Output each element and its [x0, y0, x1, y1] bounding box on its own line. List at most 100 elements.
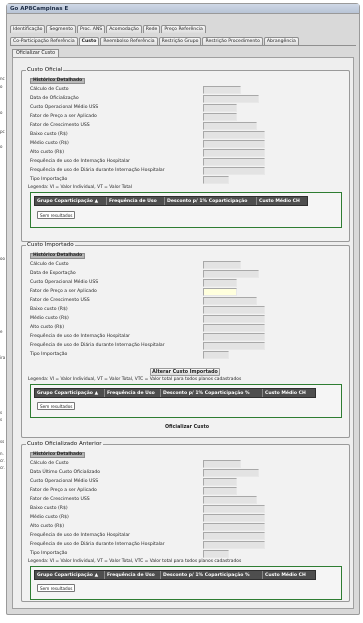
medio-custo-field: [203, 514, 265, 522]
left-strip-text: ira: [0, 355, 6, 360]
field-label: Tipo Importação: [30, 352, 68, 357]
tab-acomodacao[interactable]: Acomodação: [106, 25, 142, 33]
field-label: Baixo custo (R$): [30, 307, 68, 312]
col-desconto[interactable]: Desconto p/ 1% Coparticipação: [165, 197, 257, 205]
group-custo-anterior: Custo Oficializado Anterior Histórico De…: [21, 441, 350, 602]
group-title: Custo Oficial: [26, 67, 64, 73]
tab-custo[interactable]: Custo: [78, 37, 100, 45]
field-label: Baixo custo (R$): [30, 506, 68, 511]
col-custo-medio[interactable]: Custo Médio CH: [263, 389, 315, 397]
group-title: Custo Importado: [26, 242, 75, 248]
field-label: Fator de Preço a ser Aplicado: [30, 114, 97, 119]
freq-diaria-field: [203, 342, 265, 350]
calculo-custo-field: [203, 460, 241, 468]
tab-rede[interactable]: Rede: [142, 25, 161, 33]
field-label: Custo Operacional Médio USS: [30, 280, 99, 285]
tab-proc-ans[interactable]: Proc. ANS: [76, 25, 106, 33]
field-label: Frequência de uso de Diária durante Inte…: [30, 343, 165, 348]
tab-restricao-procedimento[interactable]: Restrição Procedimento: [202, 37, 263, 45]
results-grid: Grupo Coparticipação ▲ Frequência de Uso…: [30, 384, 342, 418]
results-grid: Grupo Coparticipação ▲ Frequência de Uso…: [30, 566, 342, 600]
tipo-importacao-field: [203, 351, 229, 359]
legend-text: Legenda: VI = Valor Individual, VT = Val…: [28, 559, 242, 564]
field-label: Custo Operacional Médio USS: [30, 479, 99, 484]
main-window: Go AP8Campinas E Identificação Segmento …: [6, 3, 360, 615]
oficializar-custo-button[interactable]: Oficializar Custo: [158, 424, 216, 432]
fator-crescimento-field: [203, 496, 257, 504]
col-custo-medio[interactable]: Custo Médio CH: [263, 571, 315, 579]
field-label: Baixo custo (R$): [30, 132, 68, 137]
left-strip-text: s: [0, 417, 3, 422]
alto-custo-field: [203, 149, 265, 157]
left-strip-text: n.: [0, 451, 4, 456]
field-label: Tipo Importação: [30, 177, 68, 182]
medio-custo-field: [203, 315, 265, 323]
left-strip-text: o: [0, 144, 3, 149]
field-label: Fator de Preço a ser Aplicado: [30, 289, 97, 294]
freq-diaria-field: [203, 167, 265, 175]
left-strip-text: s: [0, 410, 3, 415]
col-grupo-coparticipacao[interactable]: Grupo Coparticipação ▲: [35, 197, 107, 205]
left-strip-text: cr.: [0, 465, 5, 470]
field-label: Frequência de uso de Internação Hospital…: [30, 334, 131, 339]
tab-row-secondary: Co-Participação Referência Custo Reembol…: [10, 37, 300, 45]
left-strip-text: o: [0, 110, 3, 115]
field-label: Cálculo de Custo: [30, 87, 69, 92]
legend-text: Legenda: VI = Valor Individual, VT = Val…: [28, 185, 132, 190]
custo-operacional-field: [203, 104, 237, 112]
results-grid: Grupo Coparticipação ▲ Frequência de Uso…: [30, 192, 342, 228]
col-desconto[interactable]: Desconto p/ 1% Coparticipação %: [161, 389, 263, 397]
subtab-oficializar-custo[interactable]: Oficializar Custo: [12, 49, 60, 57]
grid-header: Grupo Coparticipação ▲ Frequência de Uso…: [34, 570, 316, 580]
left-strip-text: ss: [0, 439, 5, 444]
tab-row-primary: Identificação Segmento Proc. ANS Acomoda…: [10, 25, 207, 33]
col-custo-medio[interactable]: Custo Médio CH: [257, 197, 307, 205]
historico-detalhado-button[interactable]: Histórico Detalhado: [30, 452, 86, 458]
medio-custo-field: [203, 140, 265, 148]
col-frequencia-uso[interactable]: Frequência de Uso: [107, 197, 165, 205]
field-label: Alto custo (R$): [30, 150, 65, 155]
field-label: Custo Operacional Médio USS: [30, 105, 99, 110]
calculo-custo-field: [203, 261, 241, 269]
empty-results: Sem resultados: [37, 211, 76, 219]
freq-internacao-field: [203, 333, 265, 341]
col-frequencia-uso[interactable]: Frequência de Uso: [105, 389, 161, 397]
historico-detalhado-button[interactable]: Histórico Detalhado: [30, 78, 86, 84]
col-desconto[interactable]: Desconto p/ 1% Coparticipação %: [161, 571, 263, 579]
grid-header: Grupo Coparticipação ▲ Frequência de Uso…: [34, 388, 316, 398]
tab-identificacao[interactable]: Identificação: [10, 25, 46, 33]
calculo-custo-field: [203, 86, 241, 94]
fator-preco-input[interactable]: [203, 288, 237, 296]
historico-detalhado-button[interactable]: Histórico Detalhado: [30, 253, 86, 259]
field-label: Frequência de uso de Diária durante Inte…: [30, 168, 165, 173]
freq-diaria-field: [203, 541, 265, 549]
baixo-custo-field: [203, 505, 265, 513]
col-grupo-coparticipacao[interactable]: Grupo Coparticipação ▲: [35, 571, 105, 579]
field-label: Cálculo de Custo: [30, 262, 69, 267]
tab-restricao-grupo[interactable]: Restrição Grupo: [158, 37, 202, 45]
fator-preco-field: [203, 113, 237, 121]
left-strip-text: pc: [0, 129, 5, 134]
tab-reembolso-referencia[interactable]: Reembolso Referência: [100, 37, 158, 45]
data-exportacao-field: [203, 270, 259, 278]
group-custo-importado: Custo Importado Histórico Detalhado Cálc…: [21, 242, 350, 438]
left-strip-text: o: [0, 84, 3, 89]
tab-preco-referencia[interactable]: Preço Referência: [161, 25, 206, 33]
tab-coparticipacao-referencia[interactable]: Co-Participação Referência: [10, 37, 78, 45]
freq-internacao-field: [203, 158, 265, 166]
col-grupo-coparticipacao[interactable]: Grupo Coparticipação ▲: [35, 389, 105, 397]
tab-abrangencia[interactable]: Abrangência: [263, 37, 299, 45]
alterar-custo-importado-button[interactable]: Alterar Custo Importado: [150, 368, 220, 376]
window-title: Go AP8Campinas E: [7, 4, 359, 14]
col-frequencia-uso[interactable]: Frequência de Uso: [105, 571, 161, 579]
fator-crescimento-field: [203, 297, 257, 305]
left-strip-text: nc: [0, 76, 5, 81]
baixo-custo-field: [203, 131, 265, 139]
field-label: Tipo Importação: [30, 551, 68, 556]
tab-divider: [10, 45, 356, 46]
tab-segmento[interactable]: Segmento: [46, 25, 76, 33]
field-label: Médio custo (R$): [30, 515, 69, 520]
left-strip-text: cr.: [0, 458, 5, 463]
fator-preco-field: [203, 487, 237, 495]
field-label: Data de Exportação: [30, 271, 76, 276]
